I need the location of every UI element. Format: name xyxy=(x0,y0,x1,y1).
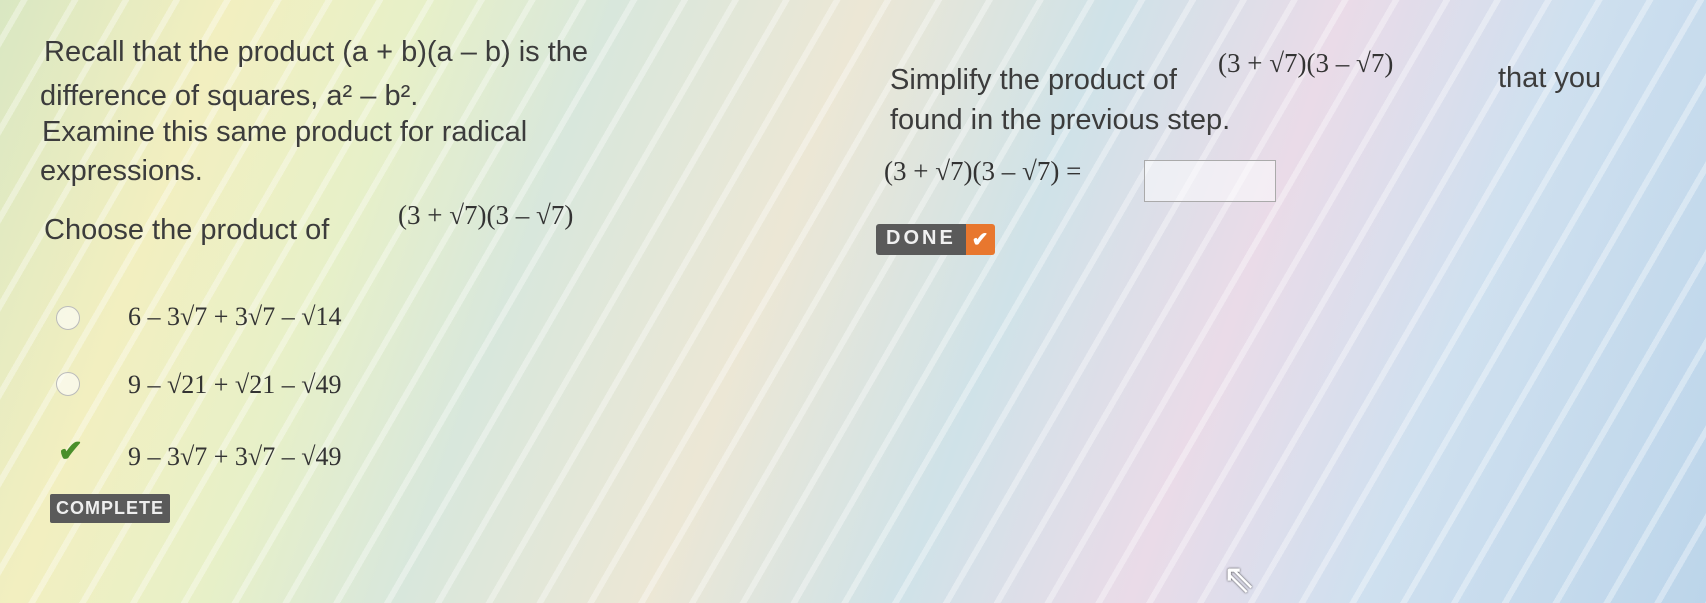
equation-expression: (3 + √7)(3 – √7) = xyxy=(884,156,1082,186)
option-2-text[interactable]: 9 – √21 + √21 – √49 xyxy=(128,370,341,400)
right-line-1-prefix: Simplify the product of xyxy=(890,64,1177,96)
done-button[interactable]: DONE ✔ xyxy=(876,224,995,255)
option-3-text[interactable]: 9 – 3√7 + 3√7 – √49 xyxy=(128,442,341,472)
left-line-2: difference of squares, a² – b². xyxy=(40,80,419,112)
mouse-cursor-icon: ⇖ xyxy=(1222,557,1256,601)
right-line-1-expression: (3 + √7)(3 – √7) xyxy=(1218,48,1394,78)
left-line-4: expressions. xyxy=(40,155,203,187)
answer-input[interactable] xyxy=(1144,160,1276,202)
done-label: DONE xyxy=(876,224,966,255)
option-1-radio[interactable] xyxy=(56,306,80,330)
check-icon: ✔ xyxy=(965,224,995,255)
left-line-1: Recall that the product (a + b)(a – b) i… xyxy=(44,36,589,68)
left-line-3: Examine this same product for radical xyxy=(42,116,528,148)
correct-check-icon: ✔ xyxy=(58,435,84,468)
option-1-text[interactable]: 6 – 3√7 + 3√7 – √14 xyxy=(128,302,341,332)
option-2-radio[interactable] xyxy=(56,372,80,396)
choose-expression: (3 + √7)(3 – √7) xyxy=(398,200,574,230)
complete-badge: COMPLETE xyxy=(50,494,171,523)
right-line-2: found in the previous step. xyxy=(890,104,1231,136)
right-line-1-suffix: that you xyxy=(1498,62,1602,94)
choose-prompt: Choose the product of xyxy=(44,214,330,246)
